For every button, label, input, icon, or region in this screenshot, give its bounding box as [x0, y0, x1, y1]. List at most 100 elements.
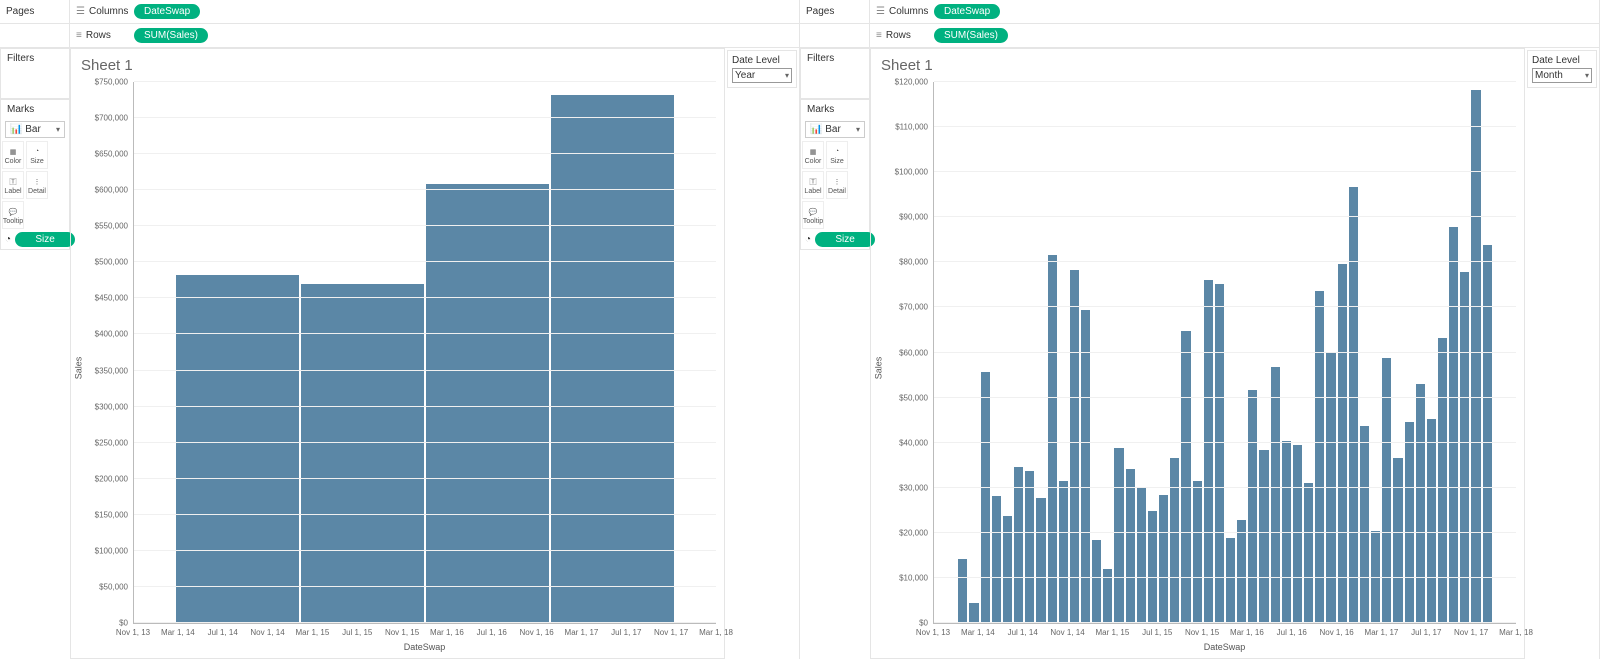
bar[interactable] [958, 559, 967, 623]
tooltip-card-r[interactable]: 💬Tooltip [802, 201, 824, 229]
right-dashboard: Pages ☰ Columns DateSwap ≡ Rows SUM(Sale… [800, 0, 1600, 659]
left-dashboard: Pages ☰ Columns DateSwap ≡ Rows SUM(Sale… [0, 0, 800, 659]
y-tick: $150,000 [95, 510, 128, 519]
label-card[interactable]: 🅃Label [2, 171, 24, 199]
bar[interactable] [1215, 284, 1224, 623]
tooltip-card[interactable]: 💬Tooltip [2, 201, 24, 229]
bar[interactable] [1471, 90, 1480, 623]
bar[interactable] [551, 95, 674, 623]
size-card-r[interactable]: ◔Size [826, 141, 848, 169]
y-tick: $500,000 [95, 258, 128, 267]
x-tick: Jul 1, 16 [1277, 628, 1307, 637]
bar[interactable] [1137, 488, 1146, 623]
color-card-r[interactable]: ▦Color [802, 141, 824, 169]
bar[interactable] [1338, 264, 1347, 623]
bar[interactable] [1416, 384, 1425, 623]
rows-shelf[interactable]: SUM(Sales) [130, 28, 799, 43]
bar[interactable] [1170, 458, 1179, 623]
bar[interactable] [992, 496, 1001, 623]
date-level-select-right[interactable]: Month▾ [1532, 68, 1592, 83]
size-pill[interactable]: Size [15, 232, 75, 247]
rows-icon: ≡ [76, 30, 82, 41]
bar[interactable] [301, 284, 424, 623]
bar[interactable] [981, 372, 990, 623]
bar[interactable] [1059, 481, 1068, 623]
bar[interactable] [1259, 450, 1268, 623]
right-side-panels: Filters Marks 📊 Bar▾ ▦Color ◔Size 🅃Label… [800, 48, 870, 659]
bar[interactable] [1025, 471, 1034, 623]
bar[interactable] [1126, 469, 1135, 623]
bar[interactable] [1114, 448, 1123, 623]
marks-type-dropdown-r[interactable]: 📊 Bar▾ [805, 121, 865, 138]
color-card[interactable]: ▦Color [2, 141, 24, 169]
chart-left[interactable]: $0$50,000$100,000$150,000$200,000$250,00… [133, 82, 716, 624]
bar[interactable] [176, 275, 299, 623]
bar[interactable] [1070, 270, 1079, 623]
y-tick: $30,000 [899, 483, 928, 492]
bar[interactable] [1483, 245, 1492, 623]
rows-icon: ≡ [876, 30, 882, 41]
bar[interactable] [1449, 227, 1458, 623]
bar[interactable] [1349, 187, 1358, 623]
bar[interactable] [1159, 495, 1168, 623]
bar[interactable] [1326, 353, 1335, 623]
bar[interactable] [1393, 458, 1402, 623]
chart-right[interactable]: $0$10,000$20,000$30,000$40,000$50,000$60… [933, 82, 1516, 624]
bar[interactable] [1226, 538, 1235, 623]
detail-card-r[interactable]: ⋮Detail [826, 171, 848, 199]
rows-pill-sumsales[interactable]: SUM(Sales) [134, 28, 208, 43]
label-card-r[interactable]: 🅃Label [802, 171, 824, 199]
bar[interactable] [1204, 280, 1213, 623]
detail-card[interactable]: ⋮Detail [26, 171, 48, 199]
bar[interactable] [1304, 483, 1313, 623]
x-tick: Mar 1, 16 [1230, 628, 1264, 637]
bar[interactable] [1293, 445, 1302, 623]
marks-type-dropdown[interactable]: 📊 Bar▾ [5, 121, 65, 138]
x-tick: Nov 1, 17 [654, 628, 688, 637]
bar[interactable] [1237, 520, 1246, 623]
x-tick: Mar 1, 17 [565, 628, 599, 637]
sheet-title-left: Sheet 1 [71, 49, 724, 78]
bar[interactable] [1036, 498, 1045, 623]
bar[interactable] [1193, 481, 1202, 623]
bar[interactable] [1048, 255, 1057, 623]
pages-shelf[interactable]: Pages [0, 0, 70, 23]
size-pill-r[interactable]: Size [815, 232, 875, 247]
bar[interactable] [1360, 426, 1369, 623]
bar[interactable] [1427, 419, 1436, 623]
columns-shelf[interactable]: DateSwap [130, 4, 799, 19]
bar[interactable] [1405, 422, 1414, 623]
bar[interactable] [1271, 367, 1280, 623]
bar[interactable] [969, 603, 978, 623]
columns-pill-dateswap[interactable]: DateSwap [134, 4, 200, 19]
columns-pill-dateswap-r[interactable]: DateSwap [934, 4, 1000, 19]
bar[interactable] [1248, 390, 1257, 623]
bar[interactable] [1382, 358, 1391, 623]
columns-shelf-r[interactable]: DateSwap [930, 4, 1599, 19]
bar[interactable] [1438, 338, 1447, 623]
y-tick: $90,000 [899, 213, 928, 222]
y-tick: $400,000 [95, 330, 128, 339]
bar[interactable] [426, 184, 549, 623]
bar[interactable] [1148, 511, 1157, 623]
rows-shelf-r[interactable]: SUM(Sales) [930, 28, 1599, 43]
size-card[interactable]: ◔Size [26, 141, 48, 169]
pages-columns-row: Pages ☰ Columns DateSwap [0, 0, 799, 24]
filters-panel-r[interactable]: Filters [800, 48, 870, 99]
bar[interactable] [1460, 272, 1469, 623]
shelves-right: Pages ☰ Columns DateSwap ≡ Rows SUM(Sale… [800, 0, 1599, 48]
bar[interactable] [1181, 331, 1190, 623]
bar[interactable] [1092, 540, 1101, 623]
viz-area-left: Sheet 1 Sales $0$50,000$100,000$150,000$… [70, 48, 725, 659]
x-tick: Jul 1, 15 [342, 628, 372, 637]
y-tick: $50,000 [99, 582, 128, 591]
y-tick: $80,000 [899, 258, 928, 267]
bar[interactable] [1315, 291, 1324, 623]
filters-panel[interactable]: Filters [0, 48, 70, 99]
pages-shelf-r[interactable]: Pages [800, 0, 870, 23]
bar[interactable] [1014, 467, 1023, 623]
x-tick: Mar 1, 15 [295, 628, 329, 637]
rows-pill-sumsales-r[interactable]: SUM(Sales) [934, 28, 1008, 43]
date-level-select-left[interactable]: Year▾ [732, 68, 792, 83]
rows-label-r: ≡ Rows [870, 30, 930, 41]
